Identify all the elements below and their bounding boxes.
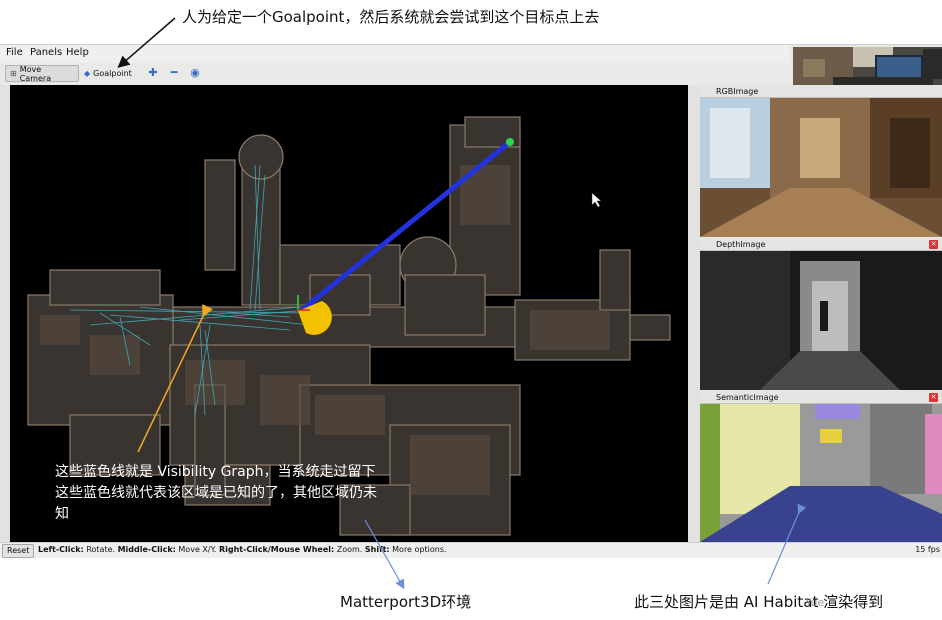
rendered-annotation: 此三处图片是由 AI Habitat 渲染得到 — [634, 593, 884, 611]
environment-annotation: Matterport3D环境 — [340, 593, 472, 611]
goalpoint-arrow — [117, 17, 176, 68]
rendered-arrow — [767, 503, 807, 585]
visibility-arrow — [137, 303, 214, 453]
watermark: Yue — [805, 596, 825, 609]
environment-arrow — [364, 519, 405, 590]
annotation-arrows — [117, 17, 807, 590]
